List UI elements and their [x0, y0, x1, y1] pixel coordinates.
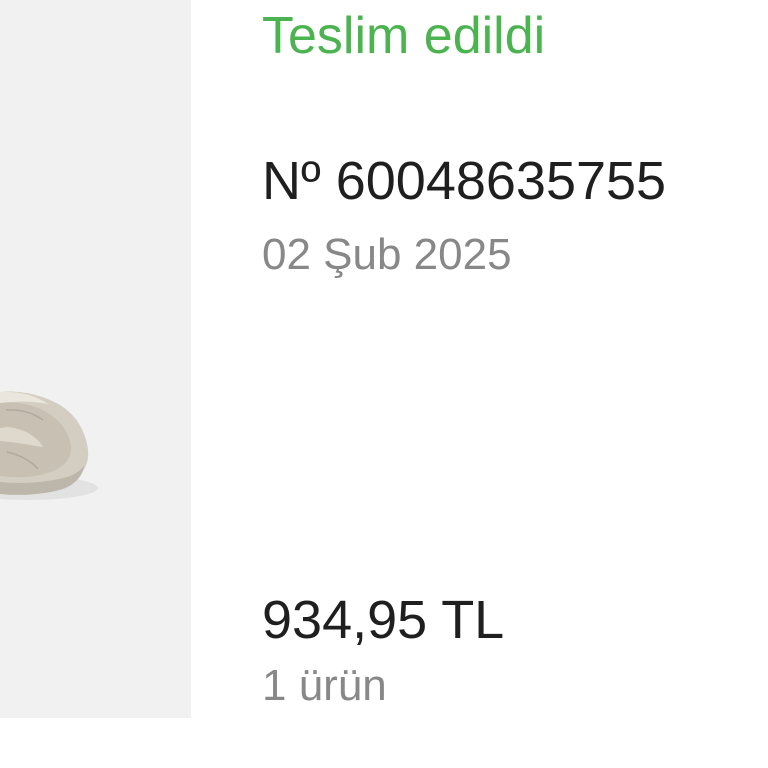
order-status: Teslim edildi [262, 7, 546, 65]
order-number: Nº 60048635755 [262, 151, 667, 211]
order-item-count: 1 ürün [262, 661, 387, 710]
shoe-image [0, 0, 191, 718]
order-history-screen: Teslim edildi Nº 60048635755 02 Şub 2025… [0, 0, 768, 768]
order-total-price: 934,95 TL [262, 590, 505, 650]
product-thumbnail[interactable] [0, 0, 191, 718]
card-bottom-gap [0, 718, 768, 768]
order-card[interactable]: Teslim edildi Nº 60048635755 02 Şub 2025… [0, 0, 768, 768]
order-date: 02 Şub 2025 [262, 230, 512, 279]
